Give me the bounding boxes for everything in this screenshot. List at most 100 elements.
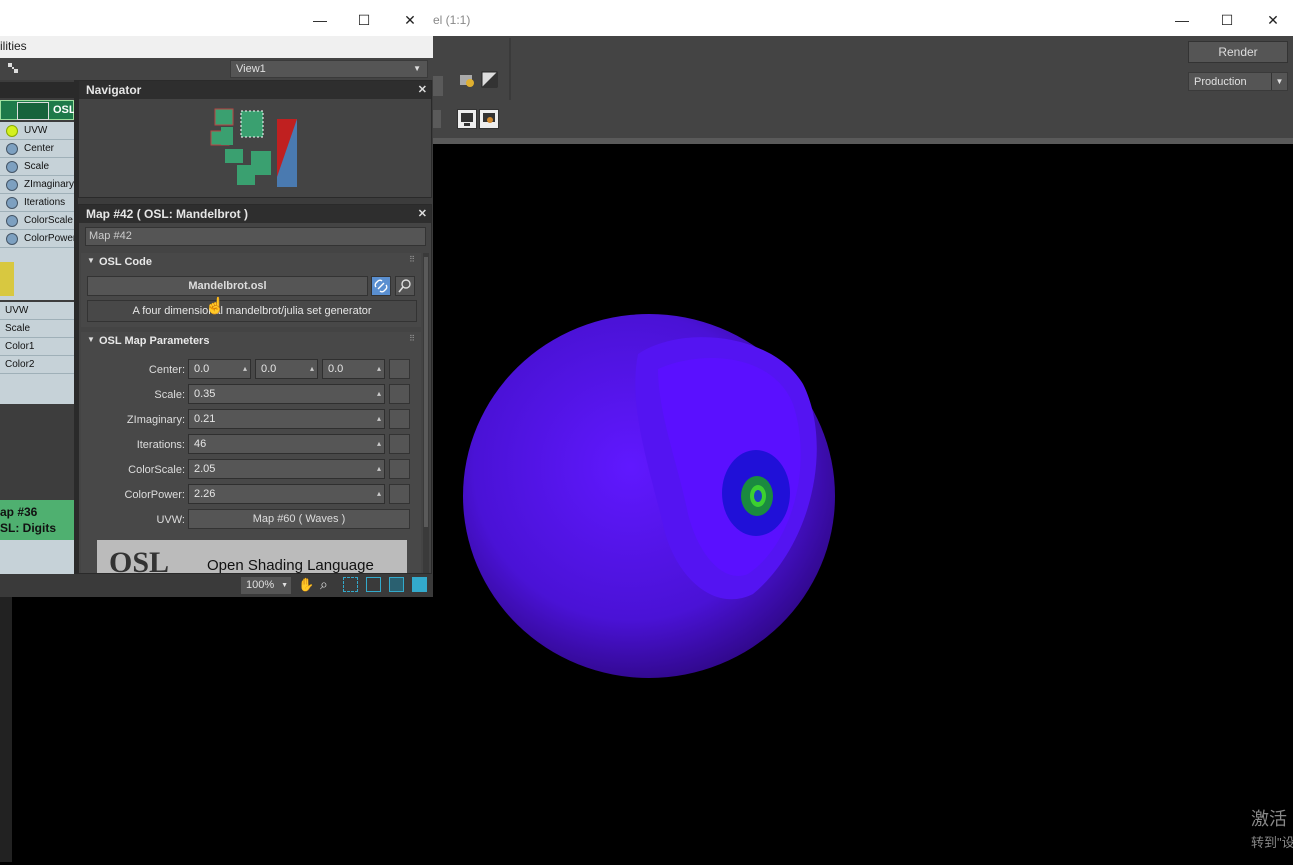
input-socket-colorpower[interactable]: ColorPower	[0, 230, 77, 248]
background-strip	[0, 597, 12, 862]
maximize-button[interactable]: ☐	[352, 8, 376, 32]
zimaginary-spinner[interactable]: 0.21▴▾	[188, 409, 385, 441]
close-button[interactable]: ✕	[1261, 8, 1285, 32]
scale-map-slot[interactable]	[389, 384, 410, 404]
zoom-selected-icon[interactable]	[389, 577, 404, 592]
scrollbar[interactable]	[423, 253, 429, 573]
search-icon[interactable]	[395, 276, 415, 296]
colorscale-label: ColorScale:	[128, 464, 185, 476]
pan-hand-icon[interactable]: ✋	[298, 577, 314, 593]
chevron-down-icon[interactable]	[433, 110, 441, 128]
chevron-down-icon[interactable]: ▼	[1271, 73, 1287, 90]
save-image-icon[interactable]	[457, 109, 477, 129]
render-preset-dropdown[interactable]: Production ▼	[1188, 72, 1288, 91]
socket-label: UVW	[24, 125, 48, 136]
waves-row-uvw[interactable]: UVW	[0, 302, 74, 320]
view-select[interactable]: View1 ▼	[230, 60, 428, 78]
osl-description: A four dimensional mandelbrot/julia set …	[87, 300, 417, 322]
center-z-spinner[interactable]: 0.0▴▾	[322, 359, 385, 391]
socket-icon[interactable]	[6, 233, 18, 245]
center-y-spinner[interactable]: 0.0▴▾	[255, 359, 318, 391]
environment-icon[interactable]	[458, 71, 476, 89]
render-button[interactable]: Render	[1188, 41, 1288, 63]
socket-icon[interactable]	[6, 197, 18, 209]
osl-code-title[interactable]: OSL Code	[99, 256, 152, 268]
colorscale-map-slot[interactable]	[389, 459, 410, 479]
socket-label: Iterations	[24, 197, 66, 208]
uvw-map-button[interactable]: Map #60 ( Waves )	[188, 509, 410, 529]
zoom-select[interactable]: 100% ▼	[240, 576, 292, 595]
collapse-triangle-icon[interactable]: ▼	[87, 335, 95, 344]
hand-cursor-icon: ☝	[205, 298, 225, 315]
colorscale-spinner[interactable]: 2.05▴▾	[188, 459, 385, 491]
input-socket-scale[interactable]: Scale	[0, 158, 74, 176]
render-toolbar-top	[433, 36, 1293, 102]
zoom-region-icon[interactable]	[343, 577, 358, 592]
layout-icon[interactable]	[6, 61, 22, 77]
minimize-button[interactable]: —	[1170, 8, 1194, 32]
node-view-header	[0, 82, 74, 98]
zoom-extents-icon[interactable]	[366, 577, 381, 592]
colorscale-value: 2.05	[194, 463, 216, 475]
input-socket-uvw[interactable]: UVW	[0, 122, 74, 140]
socket-icon[interactable]	[6, 125, 18, 137]
colorpower-map-slot[interactable]	[389, 484, 410, 504]
center-map-slot[interactable]	[389, 359, 410, 379]
colorpower-label: ColorPower:	[124, 489, 185, 501]
osl-code-rollout: ▼ OSL Code ⠿ Mandelbrot.osl A four dimen…	[81, 253, 421, 327]
params-title[interactable]: OSL Map Parameters	[99, 335, 209, 347]
scale-spinner[interactable]: 0.35▴▾	[188, 384, 385, 416]
waves-row-color1[interactable]: Color1	[0, 338, 74, 356]
link-icon[interactable]	[371, 276, 391, 296]
render-window-title: el (1:1)	[433, 13, 471, 27]
close-icon[interactable]: ✕	[418, 81, 427, 99]
center-label: Center:	[148, 364, 185, 376]
grip-icon[interactable]: ⠿	[409, 334, 415, 343]
osl-banner: OSL Open Shading Language	[97, 540, 407, 573]
input-socket-center[interactable]: Center	[0, 140, 74, 158]
socket-icon[interactable]	[6, 161, 18, 173]
parameter-editor-title: Map #42 ( OSL: Mandelbrot ) ✕	[79, 205, 431, 223]
zoom-value: 100%	[246, 579, 275, 591]
collapse-triangle-icon[interactable]: ▼	[87, 256, 95, 265]
socket-icon[interactable]	[6, 179, 18, 191]
scrollbar-thumb[interactable]	[424, 257, 428, 527]
digits-node[interactable]: ap #36 SL: Digits	[0, 500, 74, 540]
close-button[interactable]: ✕	[398, 8, 422, 32]
input-socket-iterations[interactable]: Iterations	[0, 194, 74, 212]
iterations-spinner[interactable]: 46▴▾	[188, 434, 385, 466]
zoom-icon[interactable]: ⌕	[320, 576, 328, 593]
map-name-field[interactable]: Map #42	[85, 227, 426, 246]
copy-image-icon[interactable]	[479, 109, 499, 129]
input-socket-zimaginary[interactable]: ZImaginary	[0, 176, 74, 194]
node-view[interactable]: OSL UVW Center Scale ZImaginary Iteratio…	[0, 80, 77, 574]
waves-row-scale[interactable]: Scale	[0, 320, 74, 338]
maximize-button[interactable]: ☐	[1215, 8, 1239, 32]
close-icon[interactable]: ✕	[418, 205, 427, 223]
menu-utilities[interactable]: ilities	[0, 39, 27, 53]
chevron-down-icon: ▼	[413, 64, 421, 73]
input-socket-colorscale[interactable]: ColorScale	[0, 212, 74, 230]
socket-icon[interactable]	[6, 215, 18, 227]
osl-node-header[interactable]: OSL	[0, 100, 76, 120]
dropdown-edge[interactable]	[433, 76, 443, 96]
navigator-minimap[interactable]	[209, 107, 309, 192]
exposure-icon[interactable]	[481, 71, 499, 89]
waves-row-color2[interactable]: Color2	[0, 356, 74, 374]
pan-to-selected-icon[interactable]	[412, 577, 427, 592]
iterations-label: Iterations:	[136, 439, 185, 451]
center-x-spinner[interactable]: 0.0▴▾	[188, 359, 251, 391]
minimize-button[interactable]: —	[308, 8, 332, 32]
osl-map-parameters-rollout: ▼ OSL Map Parameters ⠿ Center: 0.0▴▾ 0.0…	[81, 332, 421, 573]
socket-label: ColorPower	[24, 233, 77, 244]
grip-icon[interactable]: ⠿	[409, 255, 415, 264]
colorpower-spinner[interactable]: 2.26▴▾	[188, 484, 385, 516]
socket-label: Scale	[24, 161, 50, 172]
navigator-title: Navigator ✕	[79, 81, 431, 99]
iterations-map-slot[interactable]	[389, 434, 410, 454]
osl-file-button[interactable]: Mandelbrot.osl	[87, 276, 368, 296]
chevron-down-icon: ▼	[281, 582, 288, 589]
socket-icon[interactable]	[6, 143, 18, 155]
zimaginary-map-slot[interactable]	[389, 409, 410, 429]
slate-titlebar: — ☐ ✕	[0, 0, 433, 36]
